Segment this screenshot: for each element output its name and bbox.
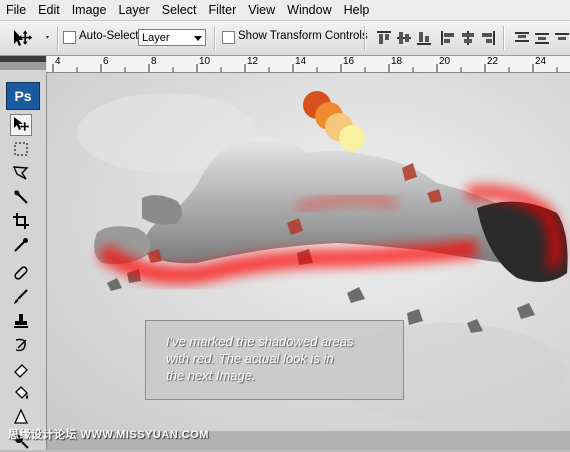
options-bar: Auto-Select: Layer Show Transform Contro… (0, 21, 570, 56)
auto-select-label: Auto-Select: (79, 30, 142, 42)
align-horizontal-center-icon[interactable] (460, 30, 476, 46)
caption-line: with red. The actual look is in (166, 351, 334, 366)
brush-tool-icon[interactable] (10, 286, 32, 308)
distribute-top-icon[interactable] (514, 30, 530, 46)
ruler-label: 24 (535, 56, 547, 67)
watermark-text: 思缘设计论坛 WWW.MISSYUAN.COM (8, 429, 209, 441)
menu-image[interactable]: Image (66, 0, 113, 20)
ruler-label: 4 (55, 56, 61, 67)
menu-view[interactable]: View (242, 0, 281, 20)
menu-layer[interactable]: Layer (112, 0, 155, 20)
menu-filter[interactable]: Filter (202, 0, 242, 20)
eraser-tool-icon[interactable] (10, 358, 32, 380)
show-transform-label: Show Transform Controls (238, 30, 368, 42)
healing-brush-tool-icon[interactable] (10, 262, 32, 284)
ruler-label: 12 (247, 56, 259, 67)
auto-select-dropdown[interactable]: Layer (138, 29, 206, 46)
caption-text: I've marked the shadowed areas with red.… (166, 333, 391, 384)
horizontal-ruler[interactable]: 4 6 8 10 12 14 16 18 20 22 24 (47, 56, 570, 73)
ruler-label: 10 (199, 56, 211, 67)
caption-box: I've marked the shadowed areas with red.… (145, 320, 404, 400)
align-bottom-icon[interactable] (416, 30, 432, 46)
menu-file[interactable]: File (0, 0, 32, 20)
ruler-label: 8 (151, 56, 157, 67)
document-canvas[interactable]: I've marked the shadowed areas with red.… (47, 73, 570, 431)
history-brush-tool-icon[interactable] (10, 334, 32, 356)
align-right-icon[interactable] (480, 30, 496, 46)
ruler-label: 18 (391, 56, 403, 67)
lasso-tool-icon[interactable] (10, 162, 32, 184)
ruler-label: 16 (343, 56, 355, 67)
menu-window[interactable]: Window (281, 0, 337, 20)
auto-select-checkbox[interactable] (63, 31, 76, 44)
quick-select-tool-icon[interactable] (10, 186, 32, 208)
chevron-down-icon (194, 36, 202, 41)
paint-bucket-tool-icon[interactable] (10, 382, 32, 404)
tools-panel: Ps (0, 56, 47, 450)
menu-help[interactable]: Help (338, 0, 376, 20)
options-separator (57, 26, 59, 50)
blur-tool-icon[interactable] (10, 406, 32, 428)
caption-line: I've marked the shadowed areas (166, 334, 354, 349)
swatch-4 (339, 125, 365, 151)
move-tool-icon[interactable] (10, 114, 32, 136)
align-left-icon[interactable] (440, 30, 456, 46)
distribute-bottom-icon[interactable] (554, 30, 570, 46)
menu-edit[interactable]: Edit (32, 0, 66, 20)
show-transform-checkbox[interactable] (222, 31, 235, 44)
menu-bar: File Edit Image Layer Select Filter View… (0, 0, 570, 21)
tools-panel-collapse[interactable] (0, 62, 46, 70)
ruler-label: 22 (487, 56, 499, 67)
color-swatches (303, 91, 365, 151)
marquee-tool-icon[interactable] (10, 138, 32, 160)
caption-line: the next Image. (166, 368, 256, 383)
eyedropper-tool-icon[interactable] (10, 234, 32, 256)
options-separator (364, 26, 366, 50)
options-separator (214, 26, 216, 50)
menu-select[interactable]: Select (156, 0, 203, 20)
distribute-center-icon[interactable] (534, 30, 550, 46)
ruler-label: 20 (439, 56, 451, 67)
crop-tool-icon[interactable] (10, 210, 32, 232)
tool-preset-picker[interactable] (8, 26, 54, 50)
ruler-label: 14 (295, 56, 307, 67)
ruler-label: 6 (103, 56, 109, 67)
clone-stamp-tool-icon[interactable] (10, 310, 32, 332)
align-top-icon[interactable] (376, 30, 392, 46)
photoshop-logo: Ps (6, 82, 40, 110)
move-preset-icon (14, 30, 49, 46)
align-vertical-center-icon[interactable] (396, 30, 412, 46)
auto-select-value: Layer (142, 32, 170, 44)
options-separator (503, 26, 505, 50)
